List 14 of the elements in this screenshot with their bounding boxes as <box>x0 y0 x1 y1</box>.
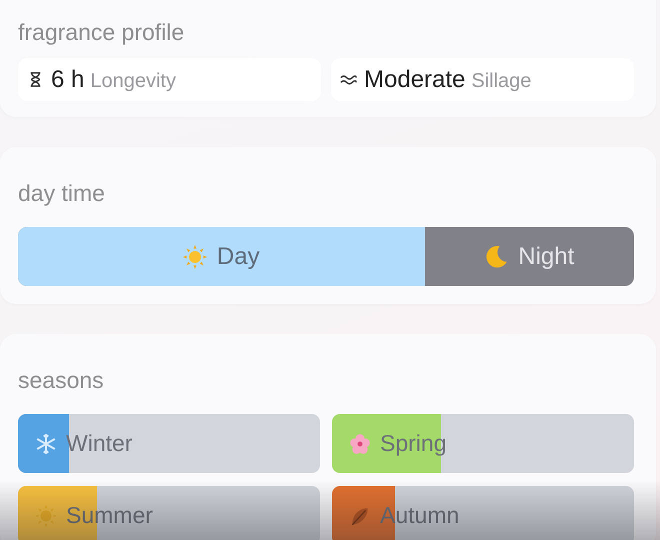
segment-label: Night <box>518 242 574 270</box>
stat-value: Moderate <box>364 66 466 94</box>
sun-icon <box>182 244 207 268</box>
stat-label: Sillage <box>471 70 532 92</box>
section-title: fragrance profile <box>18 18 186 46</box>
snowflake-icon <box>35 432 57 454</box>
section-title: seasons <box>18 366 105 394</box>
segment-label: Day <box>216 242 260 270</box>
stat-label: Longevity <box>90 70 176 92</box>
section-title: day time <box>18 179 106 207</box>
flower-icon <box>349 432 371 454</box>
stat-value: 6 h <box>51 66 84 94</box>
sun-icon <box>35 504 57 526</box>
moon-icon <box>484 244 508 268</box>
